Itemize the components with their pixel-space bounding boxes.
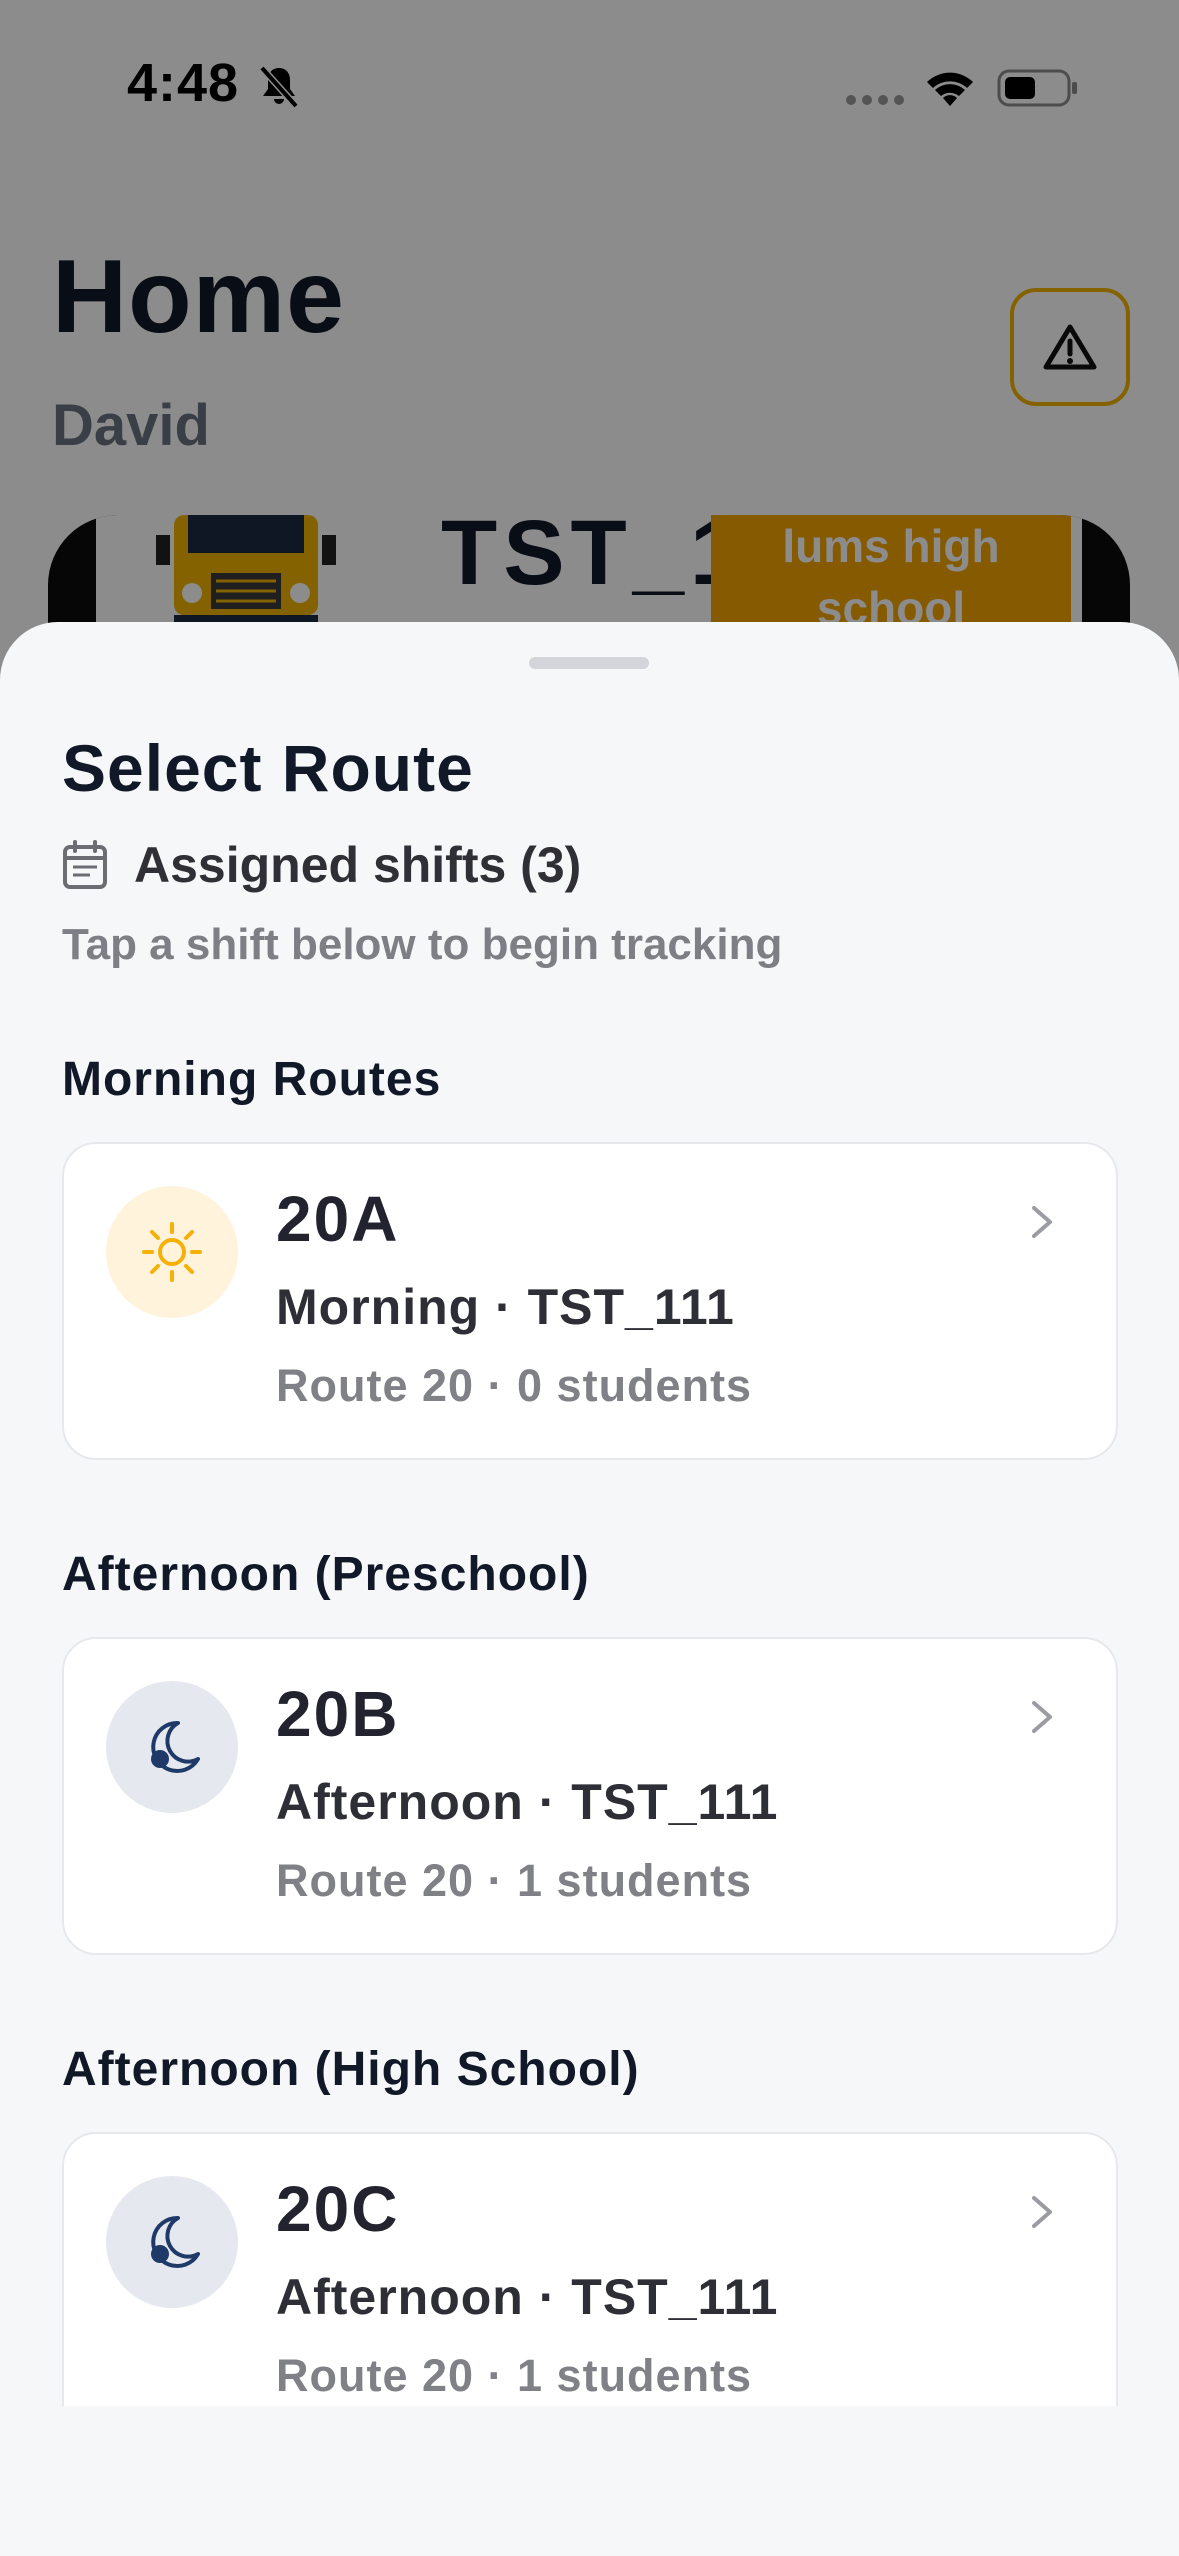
shift-period-bus: Morning · TST_111: [276, 1279, 735, 1335]
moon-icon: [151, 1720, 200, 1773]
moon-icon: [151, 2215, 200, 2268]
assigned-shifts-label: Assigned shifts (3): [134, 837, 582, 893]
shift-icon-badge: [106, 1186, 238, 1318]
shift-route-students: Route 20 · 0 students: [276, 1360, 753, 1411]
section-heading-afternoon-high-school: Afternoon (High School): [62, 2043, 640, 2096]
shift-card-20a[interactable]: 20A Morning · TST_111 Route 20 · 0 stude…: [62, 1142, 1118, 1460]
shift-period-bus: Afternoon · TST_111: [276, 1774, 779, 1830]
shift-code: 20A: [276, 1183, 400, 1255]
shift-period-bus: Afternoon · TST_111: [276, 2269, 779, 2325]
shift-card-20c[interactable]: 20C Afternoon · TST_111 Route 20 · 1 stu…: [62, 2132, 1118, 2450]
select-route-sheet: Select Route Assigned shifts (3) Tap a s…: [0, 622, 1179, 2556]
sheet-scroll-clip: [0, 2406, 1179, 2556]
instruction-text: Tap a shift below to begin tracking: [62, 920, 783, 969]
chevron-right-icon: [1032, 1701, 1052, 1733]
shift-icon-badge: [106, 2176, 238, 2308]
shift-route-students: Route 20 · 1 students: [276, 2350, 753, 2401]
shift-code: 20C: [276, 2173, 400, 2245]
sheet-title: Select Route: [62, 731, 474, 805]
shift-route-students: Route 20 · 1 students: [276, 1855, 753, 1906]
shift-code: 20B: [276, 1678, 400, 1750]
section-heading-morning: Morning Routes: [62, 1053, 442, 1106]
shift-card-20b[interactable]: 20B Afternoon · TST_111 Route 20 · 1 stu…: [62, 1637, 1118, 1955]
section-heading-afternoon-preschool: Afternoon (Preschool): [62, 1548, 590, 1601]
sheet-grabber[interactable]: [529, 657, 649, 669]
shift-icon-badge: [106, 1681, 238, 1813]
sun-icon: [142, 1222, 202, 1282]
calendar-icon: [63, 840, 107, 889]
chevron-right-icon: [1032, 2196, 1052, 2228]
chevron-right-icon: [1032, 1206, 1052, 1238]
